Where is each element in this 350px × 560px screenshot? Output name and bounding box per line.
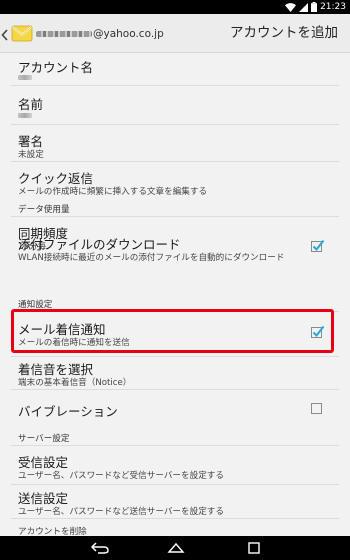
setting-title: アカウント名 (18, 60, 94, 75)
setting-attachment-download[interactable]: 添付ファイルのダウンロード WLAN接続時に最近のメールの添付ファイルを自動的に… (0, 226, 350, 286)
nav-home-button[interactable] (146, 536, 206, 560)
status-icons: 21:23 (285, 1, 346, 13)
action-bar: @yahoo.co.jp アカウントを追加 (0, 14, 350, 53)
redacted-value (18, 75, 32, 80)
page-title: アカウントを追加 (230, 25, 338, 41)
highlight-box (11, 309, 334, 353)
signal-icon (299, 2, 309, 12)
email-redaction (36, 30, 92, 37)
back-icon (90, 539, 110, 558)
wifi-icon (285, 2, 297, 12)
mail-app-icon (11, 22, 33, 44)
nav-recents-button[interactable] (224, 536, 284, 560)
setting-summary: 未設定 (18, 150, 44, 160)
recents-icon (247, 539, 261, 558)
status-time: 21:23 (320, 2, 346, 12)
setting-summary: 端末の基本着信音（Notice） (18, 378, 132, 388)
section-header-data-usage: データ使用量 (18, 205, 70, 215)
nav-back-button[interactable] (70, 536, 130, 560)
attachment-download-checkbox[interactable] (311, 239, 325, 252)
battery-icon (311, 2, 318, 12)
email-suffix: @yahoo.co.jp (93, 27, 164, 40)
home-icon (165, 539, 187, 558)
vibration-checkbox[interactable] (311, 403, 322, 414)
navigation-bar (0, 536, 350, 560)
setting-title: アカウントを削除 (18, 527, 87, 536)
redacted-value (18, 113, 32, 118)
status-bar: 21:23 (0, 0, 350, 14)
setting-summary: メールの作成時に頻繁に挿入する文章を編集する (18, 187, 208, 197)
setting-name[interactable]: 名前 (0, 86, 350, 128)
section-header-server: サーバー設定 (18, 434, 70, 444)
setting-incoming[interactable]: 受信設定 ユーザー名、パスワードなど受信サーバーを設定する (0, 446, 350, 486)
setting-summary: ユーザー名、パスワードなど受信サーバーを設定する (18, 471, 224, 481)
setting-signature[interactable]: 署名 未設定 (0, 125, 350, 165)
back-chevron-icon (1, 26, 8, 45)
checkmark-icon (312, 239, 325, 252)
setting-summary: ユーザー名、パスワードなど送信サーバーを設定する (18, 507, 224, 517)
setting-delete-account[interactable]: アカウントを削除 (0, 519, 350, 536)
account-email: @yahoo.co.jp (36, 14, 164, 53)
setting-quick-reply[interactable]: クイック返信 メールの作成時に頻繁に挿入する文章を編集する (0, 162, 350, 202)
setting-summary: WLAN接続時に最近のメールの添付ファイルを自動的にダウンロード (18, 253, 285, 263)
setting-title: バイブレーション (18, 404, 118, 419)
setting-title: 名前 (18, 97, 44, 112)
setting-vibration[interactable]: バイブレーション (0, 390, 350, 430)
